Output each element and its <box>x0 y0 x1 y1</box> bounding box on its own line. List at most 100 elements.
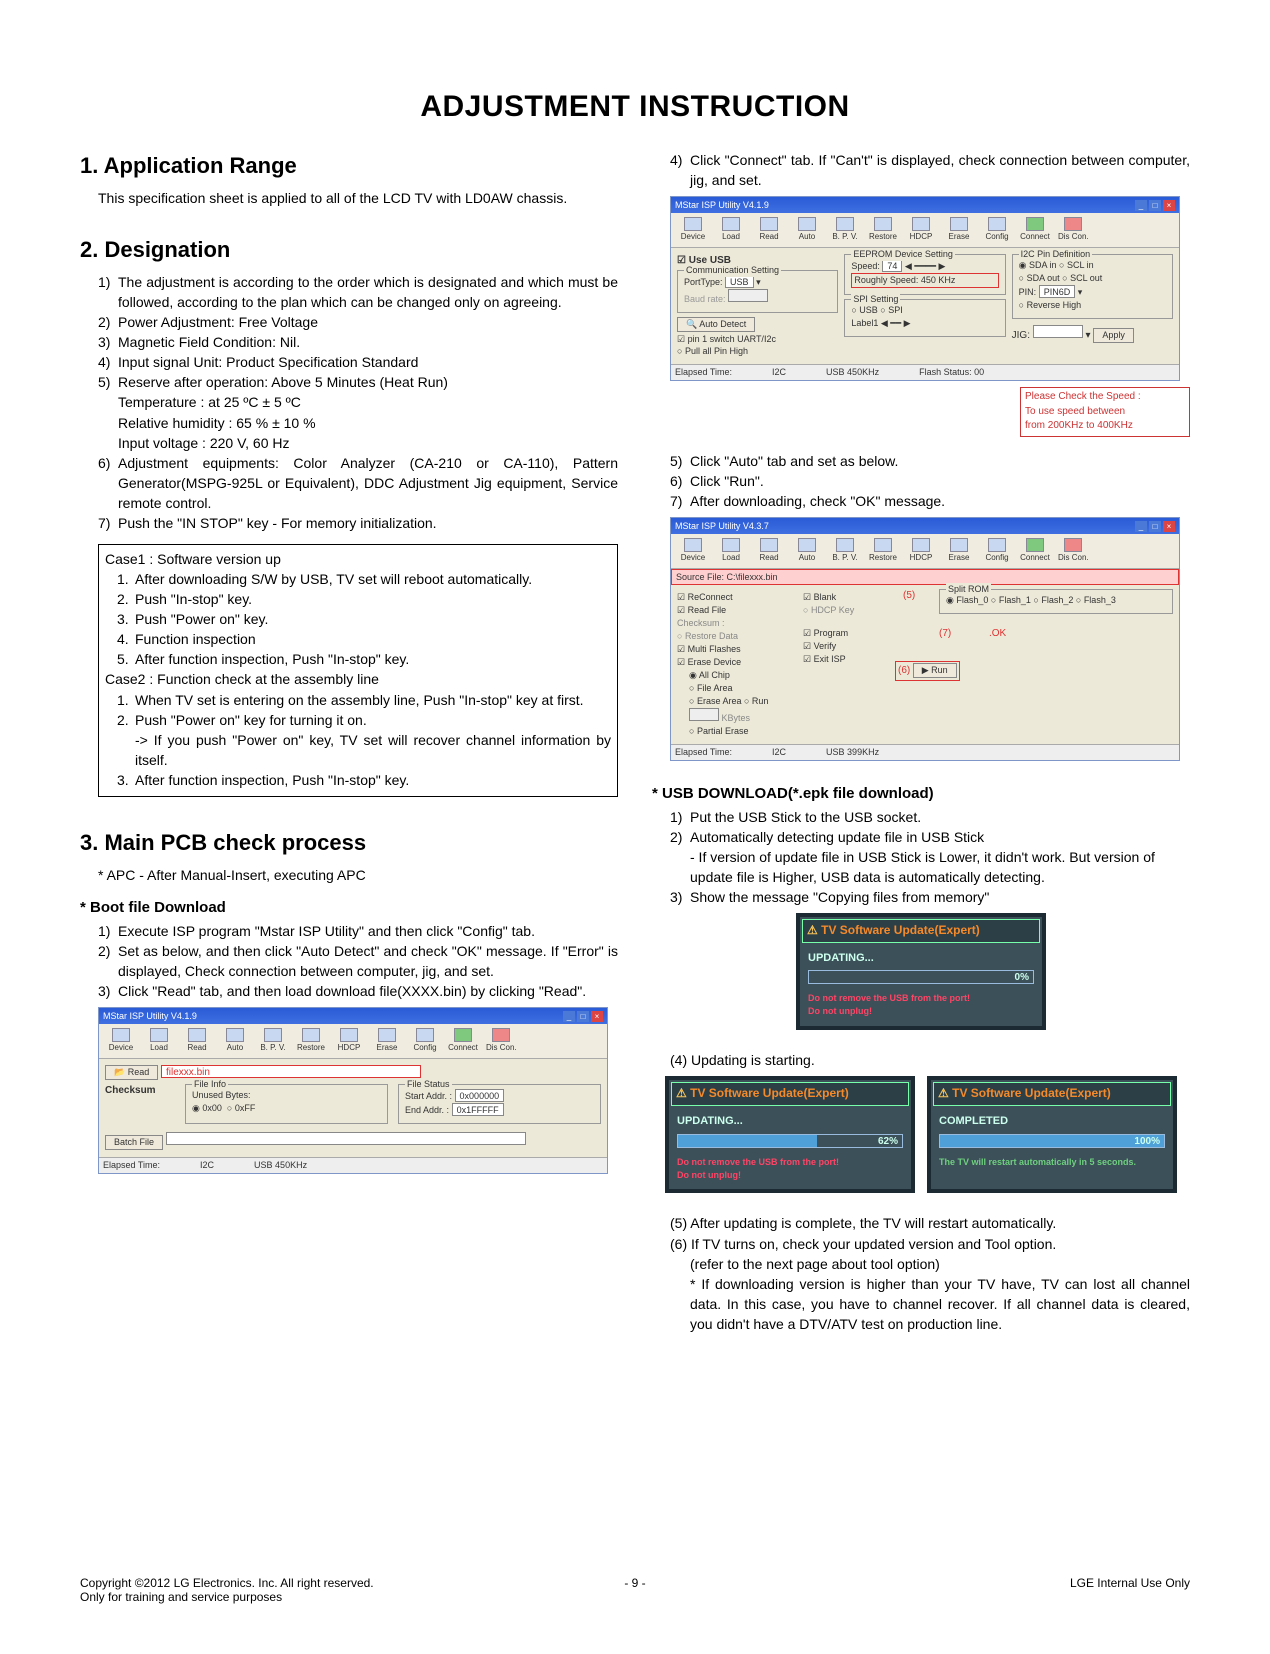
pull-pin-checkbox[interactable] <box>677 346 685 356</box>
callout-7: (7) <box>939 627 951 641</box>
i2c-status: I2C <box>200 1159 214 1172</box>
page-footer: Copyright ©2012 LG Electronics. Inc. All… <box>80 1576 1190 1604</box>
speed-readout: Roughly Speed: 450 KHz <box>851 273 998 288</box>
progress-bar: 0% <box>808 970 1034 984</box>
page-number: - 9 - <box>624 1576 645 1590</box>
tv-status: UPDATING... <box>808 951 1034 967</box>
section-3-heading: 3. Main PCB check process <box>80 827 618 859</box>
end-addr-field[interactable]: 0x1FFFFF <box>452 1103 504 1116</box>
pin-select[interactable]: PIN6D <box>1039 285 1076 298</box>
toolbar-disconnect[interactable]: Dis Con. <box>483 1026 520 1056</box>
elapsed-label: Elapsed Time: <box>103 1159 160 1172</box>
blank-checkbox[interactable]: Blank <box>803 591 893 604</box>
ok-text: .OK <box>989 627 1006 641</box>
window-title: MStar ISP Utility V4.3.7 <box>675 520 769 533</box>
step-6-note: * If downloading version is higher than … <box>690 1274 1190 1334</box>
section-1-heading: 1. Application Range <box>80 150 618 182</box>
section-2-heading: 2. Designation <box>80 234 618 266</box>
program-checkbox[interactable]: Program <box>803 627 893 640</box>
page-title: ADJUSTMENT INSTRUCTION <box>80 90 1190 124</box>
toolbar-hdcp[interactable]: HDCP <box>331 1026 367 1056</box>
maximize-icon[interactable]: □ <box>1149 521 1161 532</box>
minimize-icon[interactable]: _ <box>563 1011 575 1022</box>
pin1-switch-checkbox[interactable]: pin 1 switch UART/I2c <box>677 333 838 346</box>
filearea-radio[interactable]: File Area <box>689 683 732 693</box>
flash0-radio[interactable]: Flash_0 <box>946 595 988 605</box>
case2-heading: Case2 : Function check at the assembly l… <box>105 669 611 689</box>
training-note: Only for training and service purposes <box>80 1590 374 1604</box>
jig-select[interactable] <box>1033 325 1083 338</box>
section-1-body: This specification sheet is applied to a… <box>98 188 618 208</box>
toolbar-auto[interactable]: Auto <box>217 1026 253 1056</box>
maximize-icon[interactable]: □ <box>577 1011 589 1022</box>
toolbar-erase[interactable]: Erase <box>369 1026 405 1056</box>
boot-download-heading: * Boot file Download <box>80 897 618 919</box>
speed-warning-box: Please Check the Speed : To use speed be… <box>1020 387 1190 436</box>
opt-0x00[interactable]: 0x00 <box>192 1103 222 1113</box>
readfile-checkbox[interactable]: Read File <box>677 604 797 617</box>
step-4-text: (4) Updating is starting. <box>670 1050 1190 1070</box>
file-path-field[interactable]: filexxx.bin <box>161 1065 421 1078</box>
reverse-high-checkbox[interactable] <box>1019 300 1027 310</box>
window-title: MStar ISP Utility V4.1.9 <box>103 1010 197 1023</box>
left-column: 1. Application Range This specification … <box>80 150 618 1334</box>
apc-note: * APC - After Manual-Insert, executing A… <box>98 865 618 885</box>
spi-radio[interactable]: SPI <box>880 305 902 315</box>
erasearea-radio[interactable]: Erase Area <box>689 696 741 706</box>
auto-detect-button[interactable]: 🔍 Auto Detect <box>677 317 755 332</box>
list-text: The adjustment is according to the order… <box>118 272 618 312</box>
start-addr-field[interactable]: 0x000000 <box>455 1089 505 1102</box>
step-6-text: (6) If TV turns on, check your updated v… <box>670 1234 1190 1254</box>
allchip-radio[interactable]: All Chip <box>689 670 730 680</box>
exitisp-checkbox[interactable]: Exit ISP <box>803 653 893 666</box>
callout-5: (5) <box>903 589 915 603</box>
toolbar-bpv[interactable]: B. P. V. <box>255 1026 291 1056</box>
isp-auto-screenshot: MStar ISP Utility V4.3.7 _ □ × Device Lo… <box>670 517 1180 761</box>
case-box: Case1 : Software version up 1.After down… <box>98 544 618 798</box>
toolbar: Device Load Read Auto B. P. V. Restore H… <box>99 1024 607 1059</box>
apply-button[interactable]: Apply <box>1093 328 1134 343</box>
close-icon[interactable]: × <box>1163 521 1175 532</box>
step-5-text: (5) After updating is complete, the TV w… <box>670 1213 1190 1233</box>
partial-radio[interactable]: Partial Erase <box>689 726 748 736</box>
checksum-label: Checksum <box>105 1085 156 1096</box>
toolbar-read[interactable]: Read <box>179 1026 215 1056</box>
close-icon[interactable]: × <box>591 1011 603 1022</box>
run-button[interactable]: ▶ Run <box>913 663 957 678</box>
usb-status: USB 450KHz <box>254 1159 307 1172</box>
file-info-group: File Info <box>192 1078 228 1091</box>
close-icon[interactable]: × <box>1163 200 1175 211</box>
case1-heading: Case1 : Software version up <box>105 549 611 569</box>
multiflash-checkbox[interactable]: Multi Flashes <box>677 643 797 656</box>
read-button[interactable]: 📂 Read <box>105 1065 158 1080</box>
source-file-bar: Source File: C:\filexxx.bin <box>671 569 1179 586</box>
maximize-icon[interactable]: □ <box>1149 200 1161 211</box>
batch-file-field[interactable] <box>166 1132 526 1145</box>
list-number: 1) <box>98 272 118 312</box>
toolbar-config[interactable]: Config <box>407 1026 443 1056</box>
toolbar-device[interactable]: Device <box>103 1026 139 1056</box>
usb-download-heading: * USB DOWNLOAD(*.epk file download) <box>652 783 1190 805</box>
tv-update-screenshot-3: ⚠ TV Software Update(Expert) COMPLETED 1… <box>927 1076 1177 1193</box>
right-column: 4)Click "Connect" tab. If "Can't" is dis… <box>652 150 1190 1334</box>
isp-config-screenshot: MStar ISP Utility V4.1.9 _ □ × Device Lo… <box>670 196 1180 381</box>
minimize-icon[interactable]: _ <box>1135 200 1147 211</box>
reconnect-checkbox[interactable]: ReConnect <box>677 591 797 604</box>
toolbar-restore[interactable]: Restore <box>293 1026 329 1056</box>
minimize-icon[interactable]: _ <box>1135 521 1147 532</box>
progress-bar: 62% <box>677 1134 903 1148</box>
opt-0xff[interactable]: 0xFF <box>227 1103 255 1113</box>
file-status-group: File Status <box>405 1078 452 1091</box>
usb-radio[interactable]: USB <box>851 305 877 315</box>
window-title: MStar ISP Utility V4.1.9 <box>675 199 769 212</box>
internal-use-label: LGE Internal Use Only <box>1070 1576 1190 1604</box>
batch-file-button[interactable]: Batch File <box>105 1135 163 1150</box>
callout-6: (6) <box>898 665 910 676</box>
erasedevice-checkbox[interactable]: Erase Device <box>677 656 797 669</box>
tv-update-screenshot-1: ⚠ TV Software Update(Expert) UPDATING...… <box>796 913 1046 1030</box>
progress-bar: 100% <box>939 1134 1165 1148</box>
toolbar-connect[interactable]: Connect <box>445 1026 481 1056</box>
isp-read-screenshot: MStar ISP Utility V4.1.9 _ □ × Device Lo… <box>98 1007 608 1173</box>
verify-checkbox[interactable]: Verify <box>803 640 893 653</box>
toolbar-load[interactable]: Load <box>141 1026 177 1056</box>
